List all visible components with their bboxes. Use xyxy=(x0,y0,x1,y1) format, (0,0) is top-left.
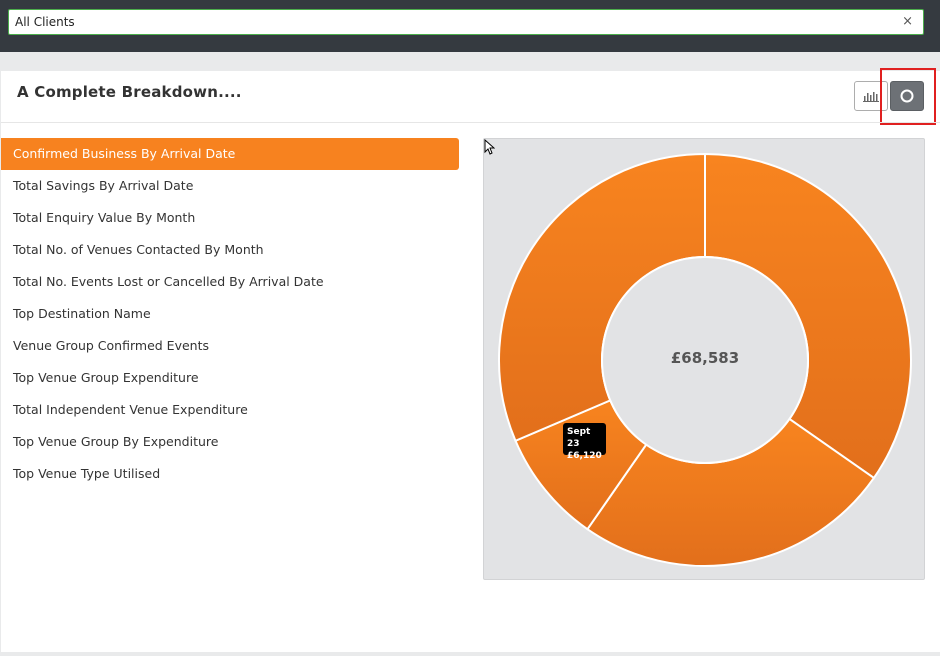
menu-item[interactable]: Total Enquiry Value By Month xyxy=(1,202,459,234)
menu-item[interactable]: Total Savings By Arrival Date xyxy=(1,170,459,202)
clear-icon[interactable]: × xyxy=(902,14,913,29)
top-bar: All Clients × xyxy=(0,0,940,52)
menu-item[interactable]: Top Venue Type Utilised xyxy=(1,458,459,490)
report-menu: Confirmed Business By Arrival Date Total … xyxy=(1,138,459,490)
bar-chart-icon xyxy=(863,92,879,102)
donut-total-label: £68,583 xyxy=(670,349,740,367)
menu-item[interactable]: Top Venue Group By Expenditure xyxy=(1,426,459,458)
breakdown-card: A Complete Breakdown.... Confirmed Busin… xyxy=(1,68,940,652)
mouse-cursor-icon xyxy=(484,139,495,155)
menu-item[interactable]: Top Venue Group Expenditure xyxy=(1,362,459,394)
menu-item[interactable]: Total Independent Venue Expenditure xyxy=(1,394,459,426)
card-divider xyxy=(1,122,940,123)
client-select-value: All Clients xyxy=(15,15,75,29)
client-select[interactable]: All Clients × xyxy=(8,9,924,35)
menu-item[interactable]: Top Destination Name xyxy=(1,298,459,330)
card-title: A Complete Breakdown.... xyxy=(17,83,242,101)
slice-tooltip: Sept 23 £6,120 xyxy=(563,423,606,461)
menu-item[interactable]: Total No. of Venues Contacted By Month xyxy=(1,234,459,266)
tooltip-label: Sept 23 xyxy=(567,427,591,449)
chart-panel: £68,583 Sept 23 £6,120 xyxy=(483,138,925,580)
menu-item[interactable]: Confirmed Business By Arrival Date xyxy=(1,138,459,170)
menu-item[interactable]: Venue Group Confirmed Events xyxy=(1,330,459,362)
tooltip-value: £6,120 xyxy=(567,451,602,461)
menu-item[interactable]: Total No. Events Lost or Cancelled By Ar… xyxy=(1,266,459,298)
selection-highlight-box xyxy=(880,68,936,125)
